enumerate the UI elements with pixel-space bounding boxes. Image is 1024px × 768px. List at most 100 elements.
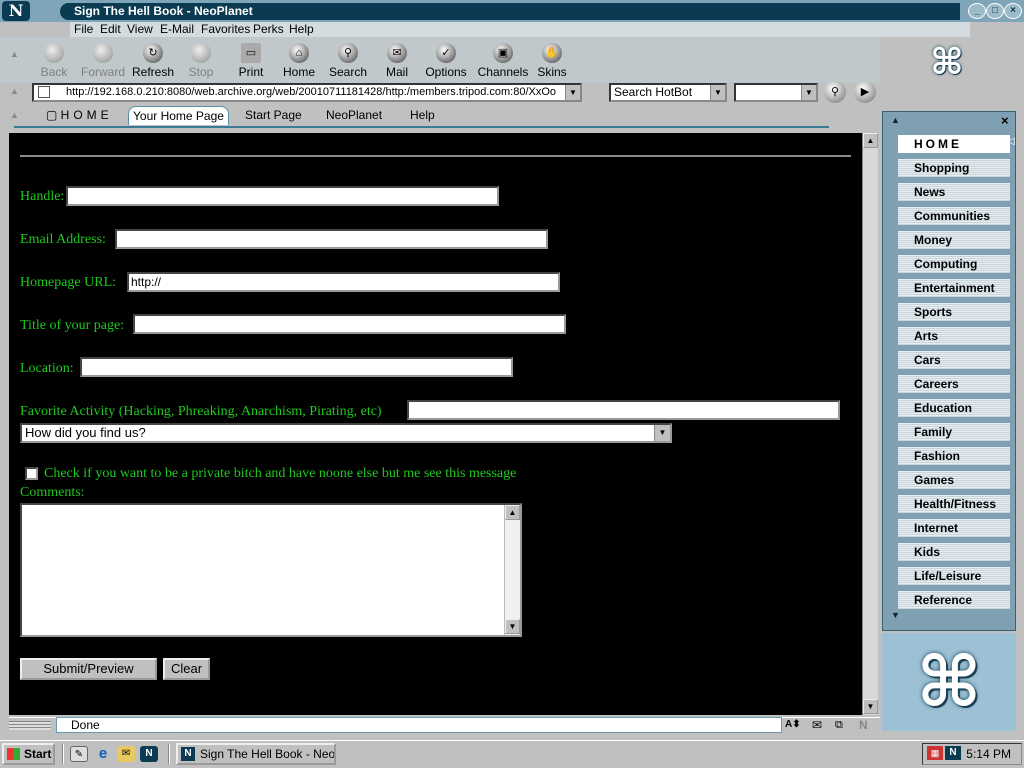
sidebar-item-fashion[interactable]: Fashion bbox=[898, 447, 1010, 465]
sidebar-item-reference[interactable]: Reference bbox=[898, 591, 1010, 609]
clock[interactable]: 5:14 PM bbox=[966, 747, 1011, 761]
sidebar-item-cars[interactable]: Cars bbox=[898, 351, 1010, 369]
title-input[interactable] bbox=[133, 314, 566, 334]
tab-home[interactable]: ▢ HOME bbox=[46, 106, 113, 125]
sidebar-item-money[interactable]: Money bbox=[898, 231, 1010, 249]
menu-perks[interactable]: Perks bbox=[253, 22, 284, 36]
sidebar-item-computing[interactable]: Computing bbox=[898, 255, 1010, 273]
address-value: http://192.168.0.210:8080/web.archive.or… bbox=[66, 86, 557, 98]
sidebar-item-kids[interactable]: Kids bbox=[898, 543, 1010, 561]
menu-edit[interactable]: Edit bbox=[100, 22, 121, 36]
sidebar-item-internet[interactable]: Internet bbox=[898, 519, 1010, 537]
print-icon: ▭ bbox=[241, 43, 261, 63]
address-grip-icon[interactable]: ▲ bbox=[10, 86, 19, 96]
sidebar-item-sports[interactable]: Sports bbox=[898, 303, 1010, 321]
outlook-icon[interactable]: ✉ bbox=[117, 746, 135, 762]
menu-favorites[interactable]: Favorites bbox=[201, 22, 250, 36]
neoplanet-logo-icon[interactable]: N bbox=[2, 1, 30, 21]
search-engine-value: Search HotBot bbox=[614, 85, 693, 99]
sidebar-item-home[interactable]: HOME bbox=[898, 135, 1010, 153]
tab-help[interactable]: Help bbox=[410, 106, 435, 125]
taskbar-window-button[interactable]: N Sign The Hell Book - Neo... bbox=[176, 743, 336, 765]
skins-button[interactable]: ✋ Skins bbox=[526, 43, 578, 79]
sidebar-item-family[interactable]: Family bbox=[898, 423, 1010, 441]
private-checkbox[interactable] bbox=[25, 467, 38, 480]
content-scrollbar[interactable]: ▲ ▼ bbox=[862, 133, 878, 715]
sidebar-item-games[interactable]: Games bbox=[898, 471, 1010, 489]
sidebar-item-communities[interactable]: Communities bbox=[898, 207, 1010, 225]
tab-your-home-page[interactable]: Your Home Page bbox=[128, 106, 229, 125]
location-input[interactable] bbox=[80, 357, 513, 377]
handle-input[interactable] bbox=[66, 186, 499, 206]
close-icon[interactable]: × bbox=[1004, 3, 1022, 19]
sidebar-item-health-fitness[interactable]: Health/Fitness bbox=[898, 495, 1010, 513]
comments-scroll-up-icon[interactable]: ▲ bbox=[505, 505, 520, 520]
sidebar-item-arts[interactable]: Arts bbox=[898, 327, 1010, 345]
sidebar-grip-icon[interactable]: ▲ bbox=[891, 115, 900, 125]
sidebar-close-icon[interactable]: × bbox=[1001, 113, 1009, 128]
channels-button[interactable]: ▣ Channels bbox=[477, 43, 529, 79]
search-go-icon[interactable]: ⚲ bbox=[824, 81, 846, 103]
neoplanet-tray-icon[interactable]: N bbox=[945, 746, 961, 760]
play-icon[interactable]: ▶ bbox=[854, 81, 876, 103]
status-grip-icon[interactable] bbox=[9, 721, 51, 730]
private-label: Check if you want to be a private bitch … bbox=[44, 466, 517, 481]
address-input[interactable]: http://192.168.0.210:8080/web.archive.or… bbox=[32, 83, 582, 102]
tab-start-page[interactable]: Start Page bbox=[245, 106, 302, 125]
stop-button[interactable]: Stop bbox=[175, 43, 227, 79]
tab-underline bbox=[14, 126, 829, 128]
menu-view[interactable]: View bbox=[127, 22, 153, 36]
back-button[interactable]: Back bbox=[28, 43, 80, 79]
show-desktop-icon[interactable]: ✎ bbox=[70, 746, 88, 762]
forward-button[interactable]: Forward bbox=[77, 43, 129, 79]
sidebar-item-life-leisure[interactable]: Life/Leisure bbox=[898, 567, 1010, 585]
tab-neoplanet[interactable]: NeoPlanet bbox=[326, 106, 382, 125]
toolbar-grip-icon[interactable]: ▲ bbox=[10, 49, 19, 59]
font-size-icon[interactable]: A⬍ bbox=[785, 719, 801, 730]
activity-input[interactable] bbox=[407, 400, 840, 420]
sidebar-scroll-down-icon[interactable]: ▼ bbox=[891, 610, 900, 620]
sidebar-item-careers[interactable]: Careers bbox=[898, 375, 1010, 393]
home-button[interactable]: ⌂ Home bbox=[273, 43, 325, 79]
mail-button[interactable]: ✉ Mail bbox=[371, 43, 423, 79]
sidebar-item-entertainment[interactable]: Entertainment bbox=[898, 279, 1010, 297]
search-query-input[interactable]: ▼ bbox=[734, 83, 818, 102]
search-button[interactable]: ⚲ Search bbox=[322, 43, 374, 79]
start-button[interactable]: Start bbox=[2, 743, 55, 765]
email-input[interactable] bbox=[115, 229, 548, 249]
maximize-icon[interactable]: □ bbox=[986, 3, 1004, 19]
sidebar-item-news[interactable]: News bbox=[898, 183, 1010, 201]
sidebar-item-education[interactable]: Education bbox=[898, 399, 1010, 417]
menu-file[interactable]: File bbox=[74, 22, 93, 36]
scroll-up-icon[interactable]: ▲ bbox=[863, 133, 878, 148]
refresh-button[interactable]: ↻ Refresh bbox=[127, 43, 179, 79]
search-query-dropdown-icon[interactable]: ▼ bbox=[801, 85, 816, 100]
search-engine-select[interactable]: Search HotBot ▼ bbox=[609, 83, 727, 102]
scheduler-tray-icon[interactable]: ▦ bbox=[927, 746, 943, 760]
tabs-grip-icon[interactable]: ▲ bbox=[10, 110, 19, 120]
internet-explorer-icon[interactable]: e bbox=[94, 746, 112, 762]
homepage-input[interactable]: http:// bbox=[127, 272, 560, 292]
comments-scrollbar[interactable]: ▲ ▼ bbox=[504, 505, 520, 635]
forward-label: Forward bbox=[80, 65, 125, 79]
clear-button[interactable]: Clear bbox=[163, 658, 210, 680]
how-found-select[interactable]: How did you find us? ▼ bbox=[20, 423, 672, 443]
minimize-icon[interactable]: _ bbox=[968, 3, 986, 19]
sidebar-item-shopping[interactable]: Shopping bbox=[898, 159, 1010, 177]
search-engine-dropdown-icon[interactable]: ▼ bbox=[710, 85, 725, 100]
menu-help[interactable]: Help bbox=[289, 22, 314, 36]
window-status-icon[interactable]: ⧉ bbox=[835, 719, 843, 732]
scroll-down-icon[interactable]: ▼ bbox=[863, 699, 878, 714]
neoplanet-quick-icon[interactable]: N bbox=[140, 746, 158, 762]
how-found-value: How did you find us? bbox=[25, 425, 146, 440]
mail-status-icon[interactable]: ✉ bbox=[812, 718, 822, 732]
address-dropdown-icon[interactable]: ▼ bbox=[565, 85, 580, 100]
comments-textarea[interactable]: ▲ ▼ bbox=[20, 503, 522, 637]
print-button[interactable]: ▭ Print bbox=[225, 43, 277, 79]
options-button[interactable]: ✓ Options bbox=[420, 43, 472, 79]
submit-preview-button[interactable]: Submit/Preview bbox=[20, 658, 157, 680]
comments-scroll-down-icon[interactable]: ▼ bbox=[505, 619, 520, 634]
refresh-label: Refresh bbox=[131, 65, 175, 79]
how-found-dropdown-icon[interactable]: ▼ bbox=[654, 425, 670, 441]
menu-email[interactable]: E-Mail bbox=[160, 22, 194, 36]
